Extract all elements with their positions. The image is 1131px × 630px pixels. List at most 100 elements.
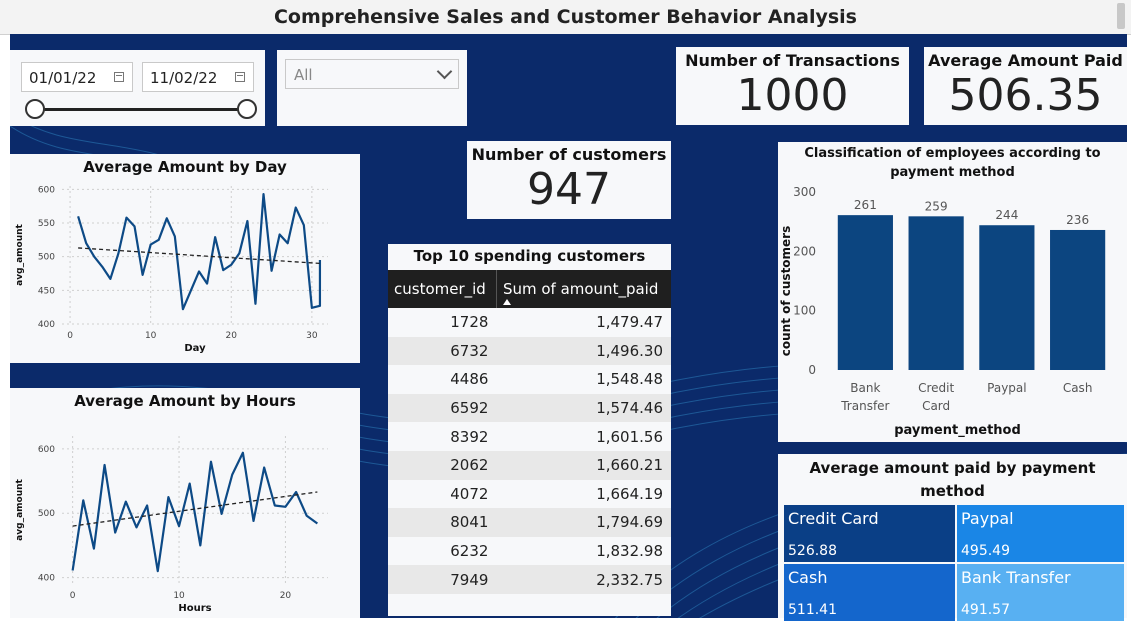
top-customers-card: Top 10 spending customers customer_id Su…: [388, 244, 671, 616]
tile-label: Credit Card: [788, 509, 879, 528]
x-tick-label: Cash: [1063, 381, 1093, 395]
cell-sum-amount: 1,660.21: [496, 450, 671, 480]
x-tick-label: Bank: [850, 381, 880, 395]
table-row[interactable]: 4072 1,664.19: [388, 480, 671, 509]
table-row[interactable]: 8392 1,601.56: [388, 422, 671, 451]
y-tick-label: 550: [38, 219, 55, 229]
y-tick-label: 450: [38, 286, 55, 296]
end-date-value: 11/02/22: [150, 69, 218, 87]
cell-customer-id: 6592: [388, 393, 497, 423]
tile-label: Paypal: [961, 509, 1014, 528]
y-axis-label: avg_amount: [15, 223, 25, 285]
table-row[interactable]: 8041 1,794.69: [388, 508, 671, 537]
y-tick-label: 400: [38, 574, 55, 584]
bar: [979, 225, 1035, 370]
cell-customer-id: 7949: [388, 565, 497, 594]
x-tick-label: 10: [173, 591, 185, 601]
x-axis-label: Hours: [178, 603, 211, 614]
x-tick-label: Paypal: [987, 381, 1026, 395]
header-sum-amount-label: Sum of amount_paid: [502, 280, 659, 298]
x-tick-label: Credit: [918, 381, 954, 395]
data-label: 261: [854, 198, 877, 212]
header-customer-id[interactable]: customer_id: [388, 270, 497, 308]
kpi-avg-paid-value: 506.35: [948, 70, 1103, 121]
table-row[interactable]: 4486 1,548.48: [388, 365, 671, 394]
start-date-input[interactable]: 01/01/22: [21, 62, 133, 92]
tile-value: 495.49: [961, 543, 1010, 559]
sort-ascending-icon[interactable]: [502, 299, 511, 305]
end-date-input[interactable]: 11/02/22: [142, 62, 254, 92]
calendar-icon[interactable]: [235, 72, 245, 82]
category-dropdown[interactable]: All: [285, 59, 459, 89]
treemap-tile[interactable]: Cash 511.41: [784, 564, 955, 621]
chevron-down-icon[interactable]: [436, 63, 453, 80]
x-tick-label: 10: [145, 331, 157, 341]
y-tick-label: 300: [793, 185, 816, 199]
cell-sum-amount: 2,332.75: [496, 565, 671, 594]
x-axis-label: payment_method: [894, 423, 1021, 438]
kpi-customers: Number of customers 947: [467, 141, 671, 219]
calendar-icon[interactable]: [114, 72, 124, 82]
start-date-value: 01/01/22: [29, 69, 97, 87]
y-tick-label: 200: [793, 244, 816, 258]
date-slicer: 01/01/22 11/02/22: [10, 50, 265, 126]
series-line: [77, 192, 322, 311]
y-tick-label: 100: [793, 304, 816, 318]
range-end-handle[interactable]: [237, 99, 257, 119]
trend-line: [78, 247, 320, 265]
tile-value: 491.57: [961, 602, 1010, 618]
x-tick-label: Transfer: [840, 399, 889, 413]
range-start-handle[interactable]: [25, 99, 45, 119]
cell-customer-id: 2062: [388, 450, 497, 480]
report-canvas: 01/01/22 11/02/22 All Number of Transact…: [10, 34, 1127, 624]
y-tick-label: 400: [38, 320, 55, 330]
avg-by-method-card: Average amount paid by payment method Cr…: [778, 454, 1127, 621]
bar: [837, 215, 893, 370]
header-sum-amount[interactable]: Sum of amount_paid: [495, 270, 671, 308]
y-tick-label: 0: [808, 363, 816, 377]
table-row[interactable]: 2062 1,660.21: [388, 450, 671, 480]
kpi-transactions-label: Number of Transactions: [685, 51, 900, 70]
dropdown-value: All: [294, 66, 313, 84]
tile-value: 511.41: [788, 602, 837, 618]
table-row[interactable]: 6592 1,574.46: [388, 393, 671, 423]
y-axis-label: avg_amount: [15, 478, 25, 540]
x-tick-label: 20: [226, 331, 238, 341]
cell-sum-amount: 1,548.48: [596, 370, 663, 389]
avg-amount-by-hours-chart: 400 500 600 0 10 20 Hours avg_amount: [15, 436, 328, 614]
data-label: 236: [1066, 213, 1089, 227]
table-row[interactable]: 6732 1,496.30: [388, 336, 671, 366]
cell-sum-amount: 1,479.47: [596, 313, 663, 332]
kpi-customers-label: Number of customers: [471, 145, 667, 164]
data-label: 259: [925, 199, 948, 213]
treemap-tile[interactable]: Bank Transfer 491.57: [957, 564, 1124, 621]
table-row[interactable]: 6232 1,832.98: [388, 537, 671, 566]
treemap-tile[interactable]: Credit Card 526.88: [784, 505, 955, 562]
tile-label: Bank Transfer: [961, 568, 1071, 587]
cell-sum-amount: 1,601.56: [596, 427, 663, 446]
cell-sum-amount: 1,832.98: [596, 542, 663, 561]
y-axis-label: count of customers: [779, 226, 793, 356]
tile-label: Cash: [788, 568, 828, 587]
bar: [908, 216, 964, 370]
date-range-track[interactable]: [35, 108, 247, 111]
top-customers-table: customer_id Sum of amount_paid 1728 1,479…: [388, 270, 671, 594]
table-row[interactable]: 7949 2,332.75: [388, 565, 671, 594]
treemap-title: Average amount paid by payment method: [809, 459, 1096, 500]
avg-by-method-treemap: Credit Card 526.88 Paypal 495.49 Cash 511.41 B…: [784, 505, 1124, 621]
series-line: [71, 451, 319, 573]
title-bar: Comprehensive Sales and Customer Behavio…: [0, 0, 1131, 35]
kpi-transactions: Number of Transactions 1000: [676, 47, 909, 125]
chart-payment-title: Classification of employees according to…: [804, 146, 1101, 180]
treemap-tile[interactable]: Paypal 495.49: [957, 505, 1124, 562]
tile-value: 526.88: [788, 543, 837, 559]
cell-customer-id: 8041: [388, 508, 497, 537]
chart-day-title: Average Amount by Day: [83, 158, 287, 176]
data-label: 244: [995, 208, 1018, 222]
scrollbar[interactable]: [1117, 3, 1125, 29]
cell-customer-id: 4072: [450, 484, 489, 503]
x-tick-label: 20: [280, 591, 292, 601]
kpi-customers-value: 947: [527, 164, 611, 215]
x-tick-label: 0: [70, 591, 76, 601]
table-row[interactable]: 1728 1,479.47: [388, 308, 671, 337]
